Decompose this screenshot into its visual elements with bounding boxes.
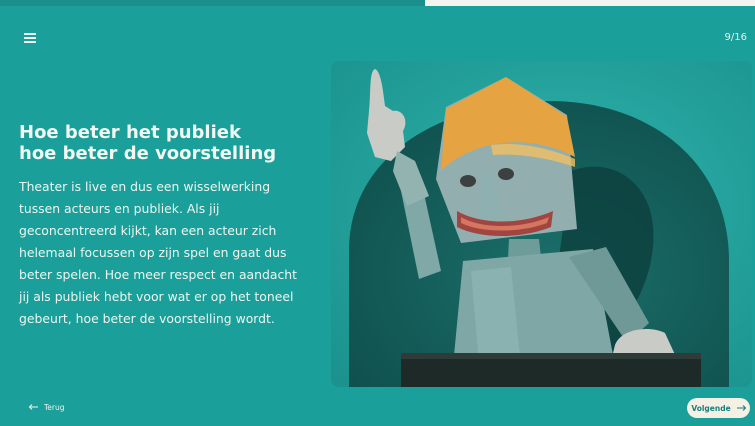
content-text: Hoe beter het publiek hoe beter de voors…: [19, 122, 319, 330]
body-paragraph: Theater is live en dus een wisselwerking…: [19, 176, 319, 330]
body-line: jij als publiek hebt voor wat er op het …: [19, 289, 294, 304]
body-line: Theater is live en dus een wisselwerking: [19, 179, 271, 194]
body-line: beter spelen. Hoe meer respect en aandac…: [19, 267, 297, 282]
arrow-right-icon: [736, 404, 746, 413]
page-counter: 9/16: [724, 32, 747, 43]
title-line: hoe beter de voorstelling: [19, 143, 277, 164]
back-link[interactable]: Terug: [28, 403, 65, 412]
page-title: Hoe beter het publiek hoe beter de voors…: [19, 122, 319, 164]
body-line: geconcentreerd kijkt, kan een acteur zic…: [19, 223, 277, 238]
arrow-left-icon: [28, 403, 38, 412]
progress-bar-fill: [0, 0, 425, 6]
body-line: tussen acteurs en publiek. Als jij: [19, 201, 220, 216]
menu-button[interactable]: [24, 33, 36, 43]
hamburger-menu-icon: [24, 33, 36, 43]
title-line: Hoe beter het publiek: [19, 122, 241, 143]
progress-bar: [0, 0, 755, 6]
puppet-illustration: [331, 61, 752, 387]
next-button[interactable]: Volgende: [687, 398, 750, 418]
next-label: Volgende: [691, 403, 731, 413]
back-label: Terug: [44, 403, 65, 412]
body-line: helemaal focussen op zijn spel en gaat d…: [19, 245, 287, 260]
body-line: gebeurt, hoe beter de voorstelling wordt…: [19, 311, 275, 326]
